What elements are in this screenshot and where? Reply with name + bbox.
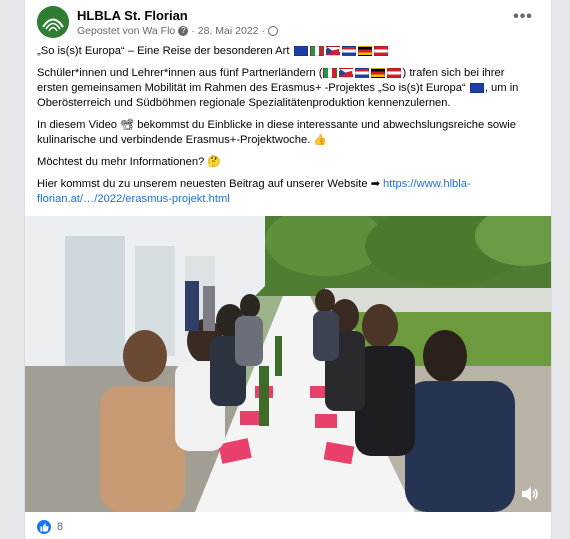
post-date[interactable]: 28. Mai 2022 [198,25,259,37]
thumbs-up-icon [39,523,49,532]
germany-flag-icon [357,46,372,57]
page-name[interactable]: HLBLA St. Florian [77,8,188,23]
thinking-emoji-icon: 🤔 [207,156,222,168]
reactions-bar[interactable]: 8 [37,520,63,534]
reaction-count[interactable]: 8 [57,521,63,533]
question-paragraph: Möchtest du mehr Informationen? 🤔 [37,155,537,170]
post-header: HLBLA St. Florian Gepostet von Wa Flo ? … [37,6,539,40]
posted-via[interactable]: Gepostet von Wa Flo [77,25,175,37]
facebook-post-card: HLBLA St. Florian Gepostet von Wa Flo ? … [24,0,552,539]
separator: · [191,25,195,37]
czech-flag-icon [325,46,340,57]
post-meta: Gepostet von Wa Flo ? · 28. Mai 2022 · [77,25,278,37]
page-avatar[interactable] [37,6,69,38]
logo-icon [37,6,69,38]
volume-icon[interactable] [521,486,539,502]
text-segment: Schüler*innen und Lehrer*innen aus fünf … [37,67,323,79]
video-thumbnail [25,216,551,512]
eu-flag-icon [293,46,308,57]
italy-flag-icon [309,46,324,57]
like-icon [37,520,51,534]
germany-flag-icon [371,68,386,79]
text-segment: Möchtest du mehr Informationen? [37,156,205,168]
thumbs-up-emoji-icon: 👍 [313,134,328,146]
czech-flag-icon [339,68,354,79]
austria-flag-icon [373,46,388,57]
italy-flag-icon [323,68,338,79]
right-arrow-emoji-icon: ➡ [370,178,380,190]
post-video[interactable] [25,216,551,512]
croatia-flag-icon [341,46,356,57]
video-paragraph: In diesem Video 📽 bekommst du Einblicke … [37,118,537,148]
participants-paragraph: Schüler*innen und Lehrer*innen aus fünf … [37,66,537,111]
text-segment: Hier kommst du zu unserem neuesten Beitr… [37,178,368,190]
globe-icon [267,26,278,36]
austria-flag-icon [387,68,402,79]
separator: · [261,25,265,37]
croatia-flag-icon [355,68,370,79]
info-icon[interactable]: ? [178,26,189,36]
post-text: „So is(s)t Europa“ – Eine Reise der beso… [37,44,537,214]
more-options-button[interactable]: ••• [511,9,535,30]
text-segment: In diesem Video [37,119,118,131]
post-title: „So is(s)t Europa“ – Eine Reise der beso… [37,45,290,57]
post-title-paragraph: „So is(s)t Europa“ – Eine Reise der beso… [37,44,537,59]
video-camera-emoji-icon: 📽 [120,119,135,131]
eu-flag-icon [469,83,484,94]
website-paragraph: Hier kommst du zu unserem neuesten Beitr… [37,177,537,207]
